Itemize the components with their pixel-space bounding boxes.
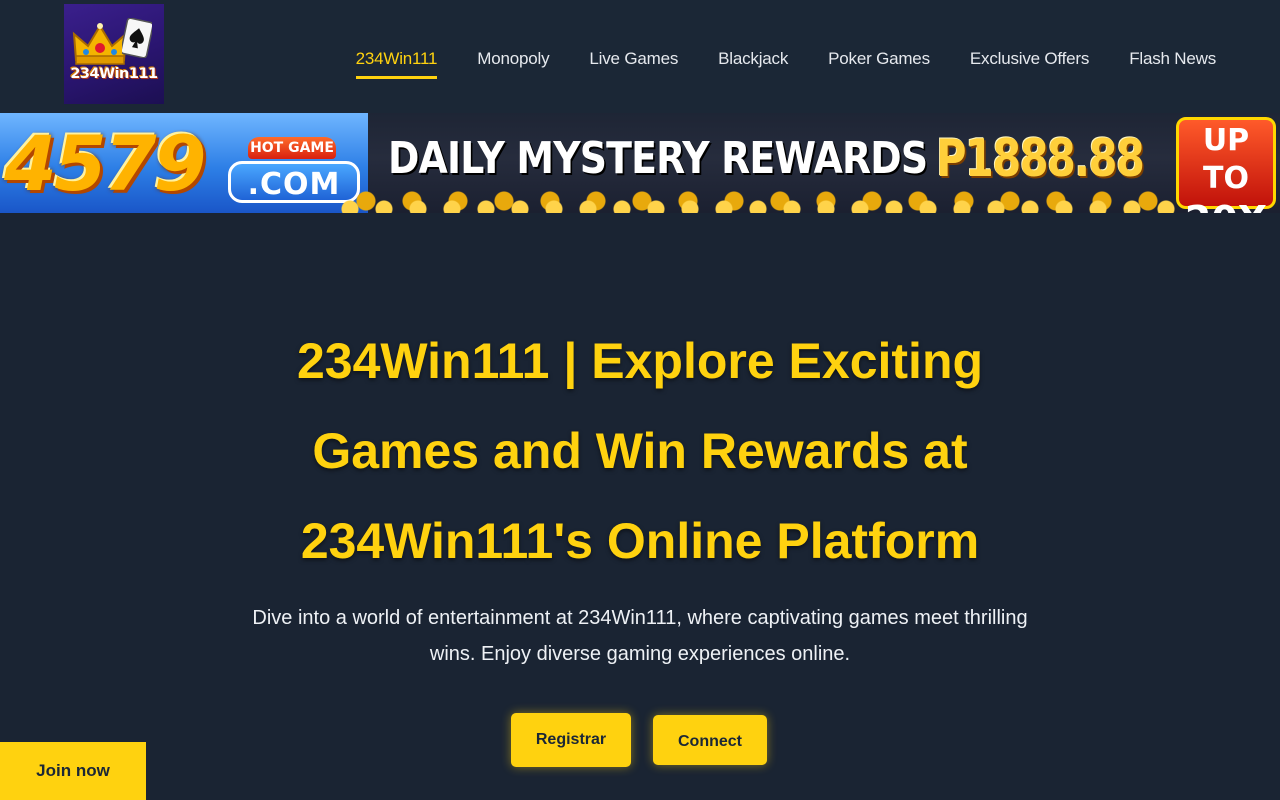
multiplier-prefix: UP TO (1202, 123, 1250, 196)
hero-subtitle: Dive into a world of entertainment at 23… (190, 600, 1090, 672)
multiplier-value: 20X (1179, 198, 1273, 213)
nav-item-exclusive-offers[interactable]: Exclusive Offers (970, 47, 1090, 79)
nav-item-live-games[interactable]: Live Games (589, 47, 678, 79)
main-nav: 234Win111 Monopoly Live Games Blackjack … (355, 47, 1216, 79)
register-button[interactable]: Registrar (511, 713, 631, 767)
hot-game-badge: HOT GAME (248, 137, 336, 159)
join-now-button[interactable]: Join now (0, 742, 146, 800)
hero-title-line: 234Win111's Online Platform (300, 513, 980, 569)
hero-title-line: 234Win111 | Explore Exciting (296, 333, 984, 389)
banner-brand-block: 4579 HOT GAME .COM (0, 113, 368, 213)
hero-title-line: Games and Win Rewards at (312, 423, 968, 479)
nav-item-poker-games[interactable]: Poker Games (828, 47, 930, 79)
spade-card-icon (122, 18, 152, 58)
connect-button[interactable]: Connect (653, 715, 767, 765)
banner-brand-number: 4579 (4, 119, 207, 208)
site-logo[interactable]: 234Win111 (64, 4, 164, 104)
logo-text: 234Win111 (70, 66, 158, 82)
nav-item-flash-news[interactable]: Flash News (1129, 47, 1216, 79)
hero-title: 234Win111 | Explore Exciting Games and W… (200, 316, 1080, 586)
banner-amount: P1888.88 (936, 129, 1145, 189)
hero-subtitle-line: wins. Enjoy diverse gaming experiences o… (429, 643, 851, 665)
gold-coins-decoration (340, 191, 1180, 213)
promo-banner[interactable]: 4579 HOT GAME .COM DAILY MYSTERY REWARDS… (0, 113, 1280, 213)
multiplier-badge: UP TO 20X (1176, 117, 1276, 213)
hero-subtitle-line: Dive into a world of entertainment at 23… (252, 607, 1028, 629)
nav-item-blackjack[interactable]: Blackjack (718, 47, 788, 79)
nav-item-home[interactable]: 234Win111 (355, 47, 437, 79)
banner-headline: DAILY MYSTERY REWARDS (388, 133, 928, 184)
crown-icon (72, 23, 128, 65)
nav-item-monopoly[interactable]: Monopoly (477, 47, 549, 79)
site-header: 234Win111 234Win111 Monopoly Live Games … (0, 0, 1280, 113)
